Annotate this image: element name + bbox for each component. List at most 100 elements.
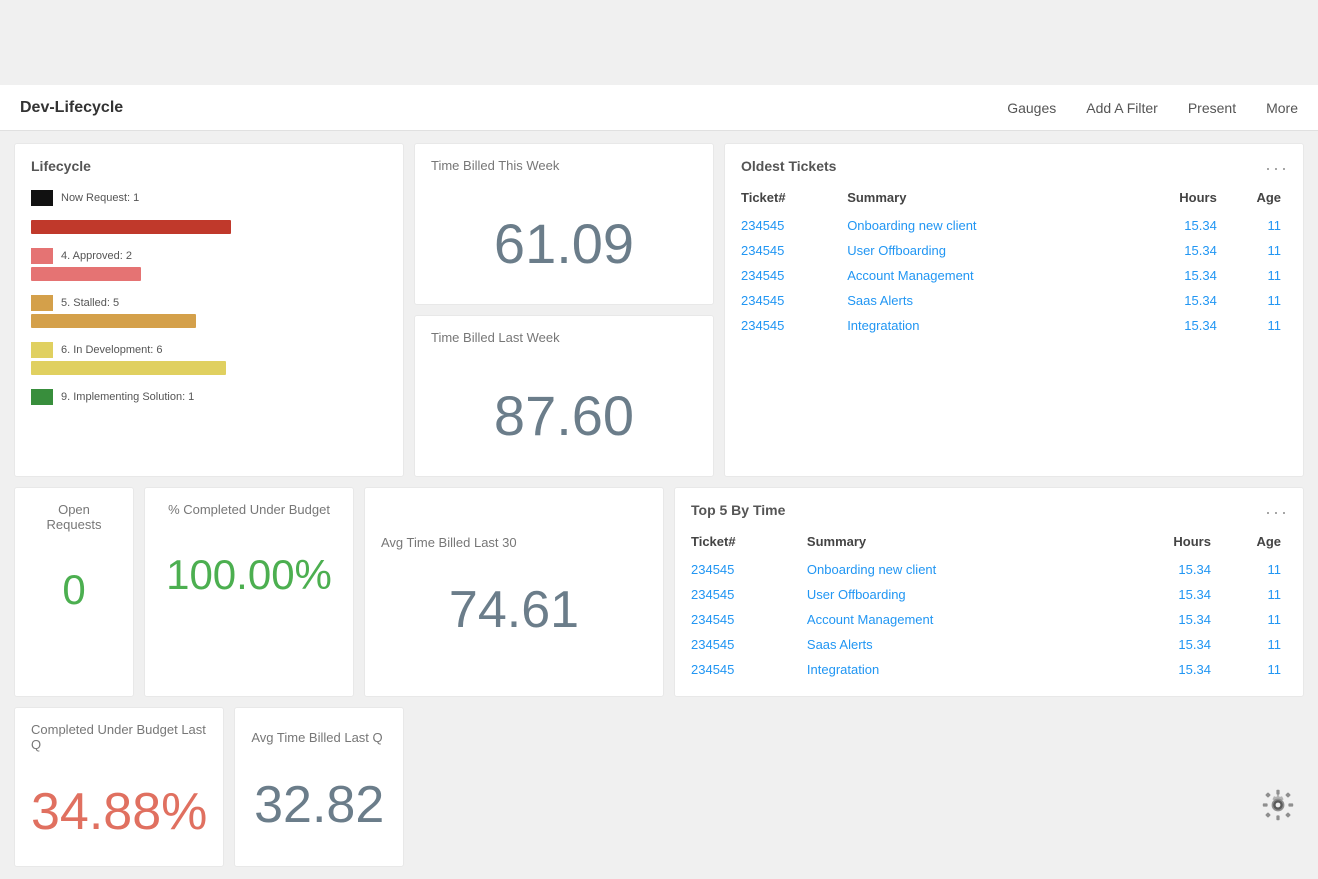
oldest-tickets-title: Oldest Tickets [741, 158, 1287, 174]
oldest-ticket-row[interactable]: 234545 Saas Alerts 15.34 11 [741, 288, 1287, 313]
top5-col-age: Age [1217, 530, 1287, 557]
ticket-summary[interactable]: Onboarding new client [807, 557, 1117, 582]
nav-links: Gauges Add A Filter Present More [1007, 100, 1298, 116]
ticket-summary[interactable]: Saas Alerts [847, 288, 1131, 313]
nav-gauges[interactable]: Gauges [1007, 100, 1056, 116]
ticket-age: 11 [1217, 632, 1287, 657]
bar-color-now-request [31, 190, 53, 206]
completed-under-budget-value: 100.00% [161, 527, 337, 609]
bar-color-impl-solution [31, 389, 53, 405]
ticket-hours: 15.34 [1131, 263, 1222, 288]
ticket-age: 11 [1223, 288, 1287, 313]
completed-under-budget-title: % Completed Under Budget [161, 502, 337, 517]
oldest-tickets-card: Oldest Tickets ··· Ticket# Summary Hours… [724, 143, 1304, 477]
top5-ticket-row[interactable]: 234545 Account Management 15.34 11 [691, 607, 1287, 632]
ticket-summary[interactable]: Onboarding new client [847, 213, 1131, 238]
nav-brand: Dev-Lifecycle [20, 99, 123, 117]
oldest-ticket-row[interactable]: 234545 Integratation 15.34 11 [741, 313, 1287, 338]
ticket-hours: 15.34 [1131, 288, 1222, 313]
time-billed-this-week-title: Time Billed This Week [431, 158, 697, 173]
bar-stalled: 5. Stalled: 5 [31, 295, 387, 328]
top5-title: Top 5 By Time [691, 502, 1287, 518]
col-header-ticket: Ticket# [741, 186, 847, 213]
top5-ticket-row[interactable]: 234545 User Offboarding 15.34 11 [691, 582, 1287, 607]
ticket-age: 11 [1217, 582, 1287, 607]
nav-add-filter[interactable]: Add A Filter [1086, 100, 1158, 116]
ticket-num[interactable]: 234545 [741, 263, 847, 288]
ticket-hours: 15.34 [1131, 313, 1222, 338]
ticket-summary[interactable]: User Offboarding [847, 238, 1131, 263]
open-requests-title: Open Requests [31, 502, 117, 532]
open-requests-value: 0 [31, 542, 117, 624]
completed-under-budget-last-q-title: Completed Under Budget Last Q [31, 722, 207, 752]
time-billed-this-week-value: 61.09 [431, 183, 697, 290]
ticket-summary[interactable]: User Offboarding [807, 582, 1117, 607]
ticket-age: 11 [1223, 238, 1287, 263]
ticket-age: 11 [1223, 213, 1287, 238]
ticket-num[interactable]: 234545 [691, 582, 807, 607]
gear-icon [1258, 785, 1298, 825]
top5-ticket-row[interactable]: 234545 Saas Alerts 15.34 11 [691, 632, 1287, 657]
avg-time-billed-last-q-card: Avg Time Billed Last Q 32.82 [234, 707, 404, 867]
bar-approved: 4. Approved: 2 [31, 248, 387, 281]
lifecycle-title: Lifecycle [31, 158, 387, 174]
bar-fill-stalled [31, 314, 196, 328]
bar-label-in-dev: 6. In Development: 6 [61, 344, 163, 356]
middle-row: Open Requests 0 % Completed Under Budget… [14, 487, 1304, 697]
navbar: Dev-Lifecycle Gauges Add A Filter Presen… [0, 85, 1318, 131]
ticket-summary[interactable]: Integratation [847, 313, 1131, 338]
ticket-num[interactable]: 234545 [741, 288, 847, 313]
avg-time-billed-30-value: 74.61 [381, 560, 647, 650]
oldest-ticket-row[interactable]: 234545 User Offboarding 15.34 11 [741, 238, 1287, 263]
bar-red [31, 220, 387, 234]
top-row: Lifecycle Now Request: 1 4. Approved: 2 [14, 143, 1304, 477]
ticket-summary[interactable]: Saas Alerts [807, 632, 1117, 657]
completed-under-budget-card: % Completed Under Budget 100.00% [144, 487, 354, 697]
open-requests-card: Open Requests 0 [14, 487, 134, 697]
avg-time-billed-last-q-title: Avg Time Billed Last Q [251, 730, 387, 745]
ticket-summary[interactable]: Account Management [847, 263, 1131, 288]
bar-impl-solution: 9. Implementing Solution: 1 [31, 389, 387, 405]
top5-by-time-card: Top 5 By Time ··· Ticket# Summary Hours … [674, 487, 1304, 697]
top5-table: Ticket# Summary Hours Age 234545 Onboard… [691, 530, 1287, 682]
ticket-age: 11 [1217, 657, 1287, 682]
bar-fill-red [31, 220, 231, 234]
top5-ticket-row[interactable]: 234545 Onboarding new client 15.34 11 [691, 557, 1287, 582]
top5-more-btn[interactable]: ··· [1265, 502, 1289, 523]
top5-ticket-row[interactable]: 234545 Integratation 15.34 11 [691, 657, 1287, 682]
avg-time-billed-last-q-value: 32.82 [251, 755, 387, 845]
col-header-summary: Summary [847, 186, 1131, 213]
ticket-num[interactable]: 234545 [691, 632, 807, 657]
oldest-ticket-row[interactable]: 234545 Onboarding new client 15.34 11 [741, 213, 1287, 238]
ticket-num[interactable]: 234545 [691, 657, 807, 682]
col-header-hours: Hours [1131, 186, 1222, 213]
ticket-hours: 15.34 [1117, 582, 1217, 607]
ticket-hours: 15.34 [1117, 607, 1217, 632]
bottom-row: Completed Under Budget Last Q 34.88% Avg… [14, 707, 1304, 867]
nav-more[interactable]: More [1266, 100, 1298, 116]
ticket-num[interactable]: 234545 [691, 607, 807, 632]
ticket-num[interactable]: 234545 [741, 238, 847, 263]
gear-icon-wrapper[interactable] [1258, 785, 1298, 830]
bar-color-approved [31, 248, 53, 264]
ticket-hours: 15.34 [1117, 557, 1217, 582]
oldest-tickets-more-btn[interactable]: ··· [1265, 158, 1289, 179]
ticket-summary[interactable]: Integratation [807, 657, 1117, 682]
ticket-num[interactable]: 234545 [741, 313, 847, 338]
oldest-ticket-row[interactable]: 234545 Account Management 15.34 11 [741, 263, 1287, 288]
bottom-left-group: Completed Under Budget Last Q 34.88% Avg… [14, 707, 404, 867]
col-header-age: Age [1223, 186, 1287, 213]
ticket-summary[interactable]: Account Management [807, 607, 1117, 632]
top5-col-hours: Hours [1117, 530, 1217, 557]
ticket-num[interactable]: 234545 [691, 557, 807, 582]
lifecycle-card: Lifecycle Now Request: 1 4. Approved: 2 [14, 143, 404, 477]
ticket-num[interactable]: 234545 [741, 213, 847, 238]
dashboard: Lifecycle Now Request: 1 4. Approved: 2 [0, 131, 1318, 879]
bar-label-approved: 4. Approved: 2 [61, 250, 132, 262]
time-billed-last-week-title: Time Billed Last Week [431, 330, 697, 345]
nav-present[interactable]: Present [1188, 100, 1236, 116]
bar-color-in-dev [31, 342, 53, 358]
bar-label-now-request: Now Request: 1 [61, 192, 139, 204]
ticket-hours: 15.34 [1117, 657, 1217, 682]
time-billed-last-week-value: 87.60 [431, 355, 697, 462]
